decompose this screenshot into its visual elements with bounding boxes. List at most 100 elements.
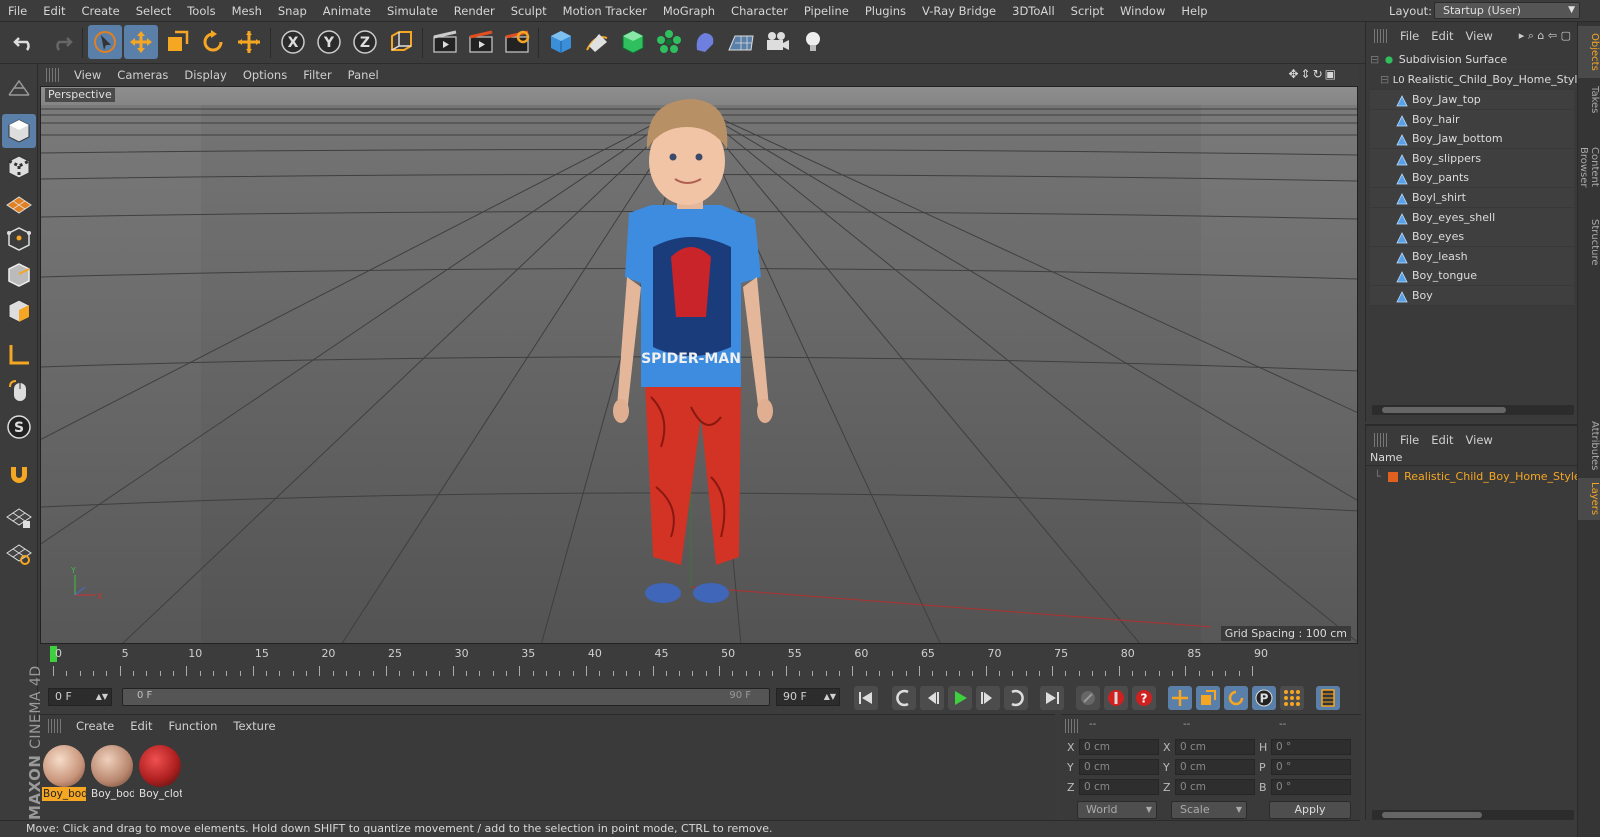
planar-workplane-button[interactable] [2,536,36,570]
arrow-right-icon[interactable]: ▸ [1519,29,1525,42]
new-window-icon[interactable]: ▢ [1561,29,1571,42]
object-row-child[interactable]: Boy [1370,286,1574,306]
mat-menu-texture[interactable]: Texture [225,719,283,733]
spline-pen-button[interactable] [580,25,614,59]
object-row-child[interactable]: Boy_Jaw_bottom [1370,129,1574,150]
menu-simulate[interactable]: Simulate [379,0,446,22]
magnet-button[interactable] [2,456,36,490]
snapping-button[interactable]: S [2,410,36,444]
key-parameter-button[interactable]: P [1252,686,1276,710]
vp-menu-display[interactable]: Display [176,68,234,82]
scrollbar-thumb[interactable] [1382,812,1482,818]
key-position-button[interactable] [1168,686,1192,710]
go-to-start-button[interactable] [854,686,878,710]
object-row-child[interactable]: Boy_eyes [1370,227,1574,248]
rotate-tool-button[interactable] [196,25,230,59]
scrollbar-thumb[interactable] [1382,407,1506,413]
object-scrollbar[interactable] [1372,405,1574,415]
menu-vray-bridge[interactable]: V-Ray Bridge [914,0,1004,22]
render-view-button[interactable] [428,25,462,59]
menu-animate[interactable]: Animate [315,0,379,22]
move-tool-button[interactable] [124,25,158,59]
play-button[interactable] [948,686,972,710]
material-swatch[interactable]: Boy_bod [42,745,86,803]
model-mode-button[interactable] [2,114,36,148]
size-mode-dropdown[interactable]: Scale ▼ [1171,801,1247,819]
mat-menu-edit[interactable]: Edit [122,719,160,733]
end-frame-field[interactable]: 90 F ▲▼ [776,688,840,706]
obj-menu-edit[interactable]: Edit [1425,29,1459,43]
record-keys-button[interactable] [1104,686,1128,710]
previous-key-button[interactable] [892,686,916,710]
vp-menu-filter[interactable]: Filter [295,68,339,82]
position-x-field[interactable]: 0 cm [1079,739,1159,755]
motion-record-button[interactable] [1076,686,1100,710]
object-row-child[interactable]: Boy_pants [1370,168,1574,189]
key-point-level-button[interactable] [1280,686,1304,710]
rotation-h-field[interactable]: 0 ° [1271,739,1351,755]
y-axis-lock-button[interactable]: Y [312,25,346,59]
render-to-picture-viewer-button[interactable] [464,25,498,59]
layer-menu-view[interactable]: View [1460,433,1499,447]
redo-button[interactable] [44,25,78,59]
timeline-window-button[interactable] [1316,686,1340,710]
tab-takes[interactable]: Takes [1578,80,1600,120]
perspective-viewport[interactable]: Y X SPIDER-MAN Perspective Grid Spacing … [40,86,1358,644]
render-settings-button[interactable] [500,25,534,59]
layer-menu-file[interactable]: File [1394,433,1425,447]
timeline-ruler[interactable]: 0 5 10 15 20 25 30 35 40 45 50 55 60 65 70 75 80 85 90 [40,646,1358,680]
rotation-p-field[interactable]: 0 ° [1271,759,1351,775]
rotation-b-field[interactable]: 0 ° [1271,779,1351,795]
workplane-mode-button[interactable] [2,186,36,220]
pan-icon[interactable]: ✥ [1288,67,1300,81]
camera-label[interactable]: Perspective [45,88,115,102]
cube-primitive-button[interactable] [544,25,578,59]
next-frame-button[interactable] [976,686,1000,710]
light-button[interactable] [796,25,830,59]
object-row-root[interactable]: ⊟ Subdivision Surface [1370,50,1574,70]
orbit-icon[interactable]: ↻ [1313,67,1325,81]
maximize-view-icon[interactable]: ▣ [1325,67,1338,81]
size-x-field[interactable]: 0 cm [1175,739,1255,755]
live-select-button[interactable] [88,25,122,59]
key-rotation-button[interactable] [1224,686,1248,710]
mat-menu-function[interactable]: Function [161,719,226,733]
menu-snap[interactable]: Snap [270,0,315,22]
menu-mesh[interactable]: Mesh [224,0,270,22]
polygons-mode-button[interactable] [2,294,36,328]
vp-menu-view[interactable]: View [66,68,109,82]
menu-select[interactable]: Select [128,0,179,22]
object-row-child[interactable]: Boy_eyes_shell [1370,207,1574,228]
object-row-child[interactable]: Boy_hair [1370,109,1574,130]
menu-create[interactable]: Create [74,0,128,22]
size-y-field[interactable]: 0 cm [1175,759,1255,775]
start-frame-field[interactable]: 0 F ▲▼ [48,688,112,706]
tab-objects[interactable]: Objects [1578,26,1600,78]
layer-row[interactable]: └ Realistic_Child_Boy_Home_Style [1370,468,1581,486]
apply-button[interactable]: Apply [1269,801,1351,819]
menu-plugins[interactable]: Plugins [857,0,914,22]
search-icon[interactable]: ⌕ [1528,29,1534,42]
home-icon[interactable]: ⌂ [1537,29,1544,42]
obj-menu-file[interactable]: File [1394,29,1425,43]
tweak-mode-button[interactable] [2,374,36,408]
menu-window[interactable]: Window [1112,0,1173,22]
menu-script[interactable]: Script [1063,0,1112,22]
layout-select[interactable]: Startup (User) ▼ [1434,2,1580,19]
texture-mode-button[interactable] [2,150,36,184]
floor-button[interactable] [724,25,758,59]
go-to-end-button[interactable] [1040,686,1064,710]
obj-menu-view[interactable]: View [1460,29,1499,43]
back-icon[interactable]: ⇦ [1548,29,1557,42]
subdivision-surface-button[interactable] [616,25,650,59]
edges-mode-button[interactable] [2,258,36,292]
autokeying-button[interactable]: ? [1132,686,1156,710]
axis-mode-button[interactable] [2,338,36,372]
menu-sculpt[interactable]: Sculpt [503,0,555,22]
coordinate-system-button[interactable] [384,25,418,59]
object-row-child[interactable]: Boy_Jaw_top [1370,90,1574,110]
vp-menu-options[interactable]: Options [235,68,295,82]
x-axis-lock-button[interactable]: X [276,25,310,59]
vp-menu-cameras[interactable]: Cameras [109,68,176,82]
layer-scrollbar[interactable] [1372,810,1574,820]
